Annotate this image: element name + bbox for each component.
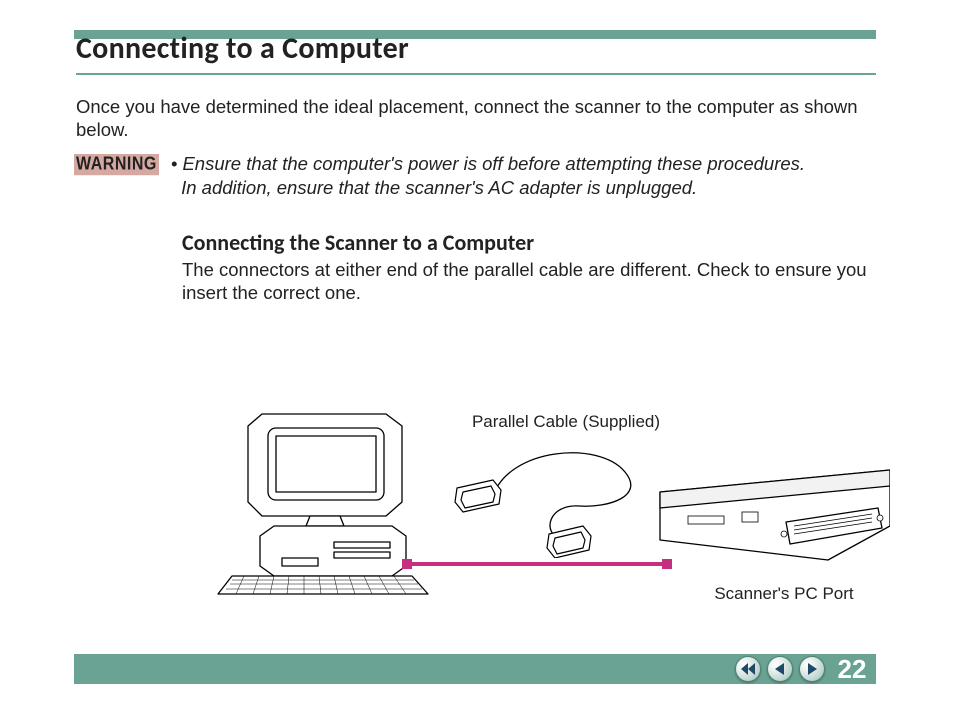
warning-line-1: • Ensure that the computer's power is of… (171, 153, 805, 174)
subheading: Connecting the Scanner to a Computer (182, 229, 954, 256)
title-rule (76, 73, 876, 75)
page-title: Connecting to a Computer (76, 30, 954, 67)
warning-badge: WARNING (74, 154, 159, 175)
scanner-port-label: Scanner's PC Port (694, 584, 874, 604)
next-page-button[interactable] (799, 656, 825, 682)
illustration-area: Parallel Cable (Supplied) Scanner's PC P… (74, 388, 876, 648)
fast-back-icon (741, 663, 755, 675)
footer-nav-bar: 22 (74, 654, 876, 684)
connection-indicator-bar (406, 562, 668, 566)
warning-block: WARNING • Ensure that the computer's pow… (74, 152, 874, 201)
page-number: 22 (834, 654, 870, 685)
warning-text: • Ensure that the computer's power is of… (171, 152, 851, 201)
prev-page-button[interactable] (767, 656, 793, 682)
parallel-cable-illustration (449, 438, 679, 558)
prev-page-icon (774, 663, 786, 675)
sub-body: The connectors at either end of the para… (182, 258, 882, 305)
fast-back-button[interactable] (735, 656, 761, 682)
computer-illustration (214, 408, 434, 598)
next-page-icon (806, 663, 818, 675)
warning-line-2: In addition, ensure that the scanner's A… (181, 177, 697, 198)
scanner-port-illustration (658, 468, 890, 578)
cable-label: Parallel Cable (Supplied) (446, 412, 686, 432)
intro-paragraph: Once you have determined the ideal place… (76, 95, 876, 142)
